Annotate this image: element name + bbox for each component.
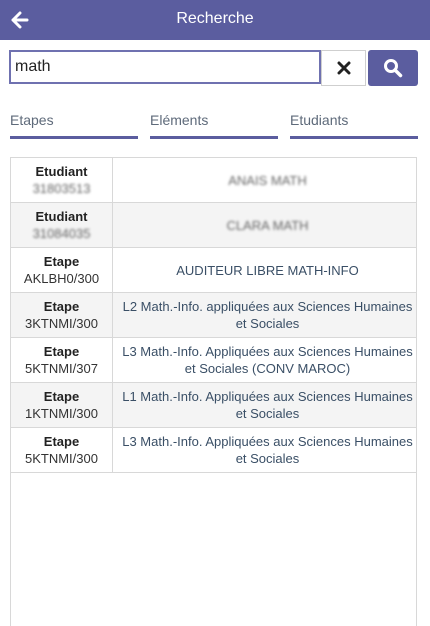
result-code: 1KTNMI/300 [25, 406, 98, 421]
result-label-line: et Sociales [235, 316, 300, 331]
result-label-line: et Sociales (CONV MAROC) [184, 361, 351, 376]
result-label[interactable]: L2 Math.-Info. appliquées aux Sciences H… [113, 293, 416, 337]
result-label-text: L3 Math.-Info. Appliquées aux Sciences H… [122, 343, 413, 377]
result-row[interactable]: Etape 3KTNMI/300 L2 Math.-Info. appliquées… [11, 293, 416, 338]
results-table: Etudiant 31803513 ANAIS MATH Etudiant 310840… [10, 157, 417, 626]
result-label-line: CLARA MATH [226, 217, 309, 233]
search-button[interactable] [368, 50, 418, 86]
result-label[interactable]: L3 Math.-Info. Appliquées aux Sciences H… [113, 428, 416, 472]
result-label-line: L1 Math.-Info. Appliquées aux Sciences H… [122, 389, 413, 404]
result-label[interactable]: CLARA MATH [113, 203, 416, 247]
result-kind: Etape [43, 389, 80, 404]
result-kind: Etudiant [35, 164, 88, 179]
result-label-line: L3 Math.-Info. Appliquées aux Sciences H… [122, 344, 413, 359]
result-label[interactable]: L3 Math.-Info. Appliquées aux Sciences H… [113, 338, 416, 382]
result-code: 5KTNMI/300 [25, 451, 98, 466]
result-code: 5KTNMI/307 [25, 361, 98, 376]
search-input[interactable] [9, 50, 321, 84]
result-label-line: AUDITEUR LIBRE MATH-INFO [176, 262, 359, 278]
result-label-text: L3 Math.-Info. Appliquées aux Sciences H… [122, 433, 413, 467]
result-code: 3KTNMI/300 [25, 316, 98, 331]
search-icon [384, 59, 403, 78]
result-kind: Etape [43, 299, 80, 314]
result-type-cell: Etape 5KTNMI/307 [11, 338, 113, 382]
tab-elements[interactable]: Eléments [150, 108, 278, 139]
result-label-text: AUDITEUR LIBRE MATH-INFO [176, 262, 359, 279]
result-label-line: et Sociales [235, 406, 300, 421]
tab-label: Eléments [150, 112, 209, 128]
result-label-line: et Sociales [235, 451, 300, 466]
result-row[interactable]: Etudiant 31084035 CLARA MATH [11, 203, 416, 248]
result-type-cell: Etudiant 31084035 [11, 203, 113, 247]
result-code: 31803513 [32, 181, 91, 196]
result-label[interactable]: AUDITEUR LIBRE MATH-INFO [113, 248, 416, 292]
result-kind: Etape [43, 254, 80, 269]
tab-label: Etudiants [290, 112, 349, 128]
result-label-text: CLARA MATH [226, 217, 308, 234]
page-title: Recherche [176, 10, 254, 27]
result-type-cell: Etudiant 31803513 [11, 158, 113, 202]
tab-label: Etapes [10, 112, 54, 128]
result-label-text: ANAIS MATH [228, 172, 307, 189]
clear-search-button[interactable] [321, 50, 366, 86]
result-type-cell: Etape 1KTNMI/300 [11, 383, 113, 427]
result-row[interactable]: Etape 5KTNMI/300 L3 Math.-Info. Appliquées… [11, 428, 416, 473]
close-icon [337, 61, 350, 75]
result-kind: Etudiant [35, 209, 88, 224]
result-code: 31084035 [32, 226, 91, 241]
result-row[interactable]: Etudiant 31803513 ANAIS MATH [11, 158, 416, 203]
result-row[interactable]: Etape AKLBH0/300 AUDITEUR LIBRE MATH-INFO [11, 248, 416, 293]
result-label-line: ANAIS MATH [228, 172, 307, 188]
result-label[interactable]: L1 Math.-Info. Appliquées aux Sciences H… [113, 383, 416, 427]
result-type-cell: Etape 3KTNMI/300 [11, 293, 113, 337]
result-code: AKLBH0/300 [23, 271, 100, 286]
result-label-line: L3 Math.-Info. Appliquées aux Sciences H… [122, 434, 413, 449]
result-type-cell: Etape 5KTNMI/300 [11, 428, 113, 472]
tab-etapes[interactable]: Etapes [10, 108, 138, 139]
result-row[interactable]: Etape 1KTNMI/300 L1 Math.-Info. Appliquées… [11, 383, 416, 428]
app-header: Recherche [0, 0, 430, 40]
result-kind: Etape [43, 344, 80, 359]
result-type-cell: Etape AKLBH0/300 [11, 248, 113, 292]
result-label-line: L2 Math.-Info. appliquées aux Sciences H… [122, 299, 413, 314]
result-label-text: L2 Math.-Info. appliquées aux Sciences H… [123, 298, 413, 332]
result-label[interactable]: ANAIS MATH [113, 158, 416, 202]
tab-etudiants[interactable]: Etudiants [290, 108, 418, 139]
result-row[interactable]: Etape 5KTNMI/307 L3 Math.-Info. Appliquées… [11, 338, 416, 383]
result-kind: Etape [43, 434, 80, 449]
result-label-text: L1 Math.-Info. Appliquées aux Sciences H… [122, 388, 413, 422]
